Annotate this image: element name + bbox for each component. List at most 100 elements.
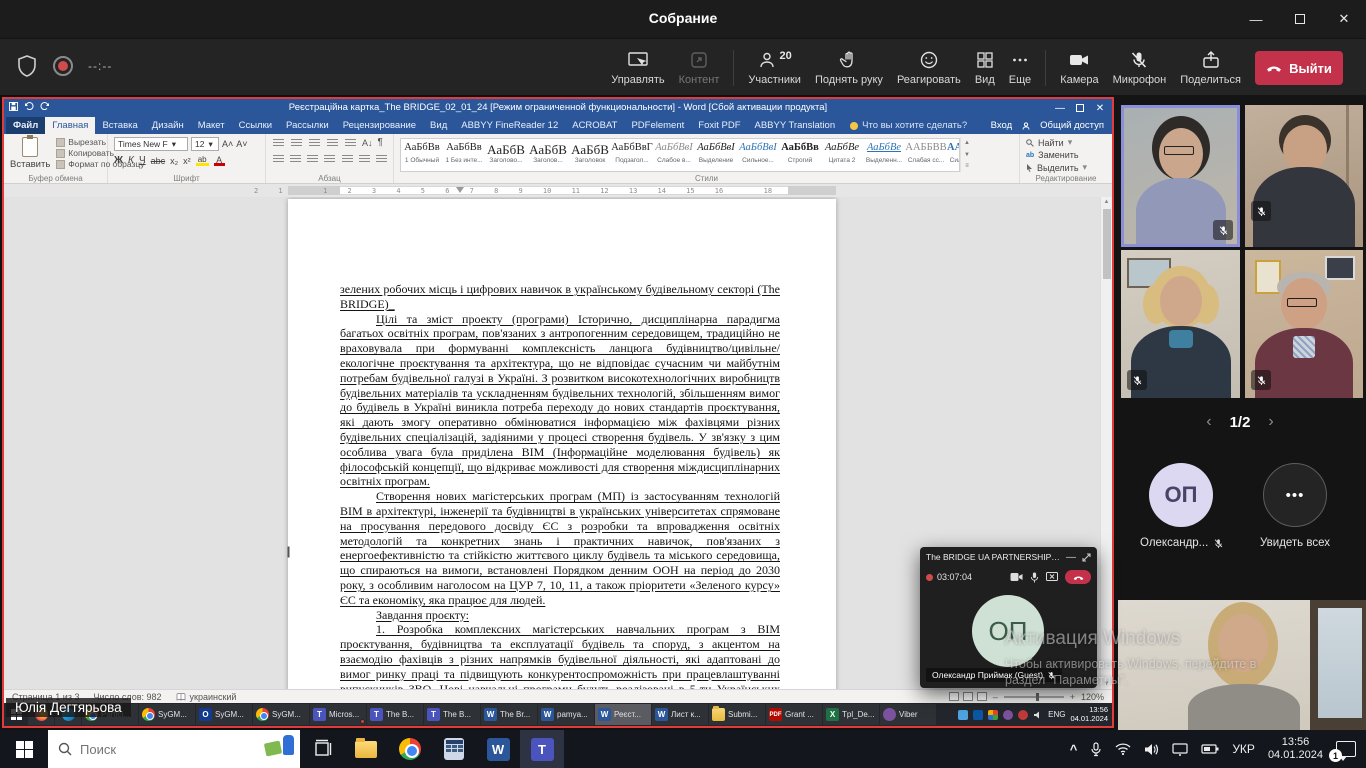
taskbar-folder-window[interactable]: Submi... [709,704,765,725]
taskbar-pdf-window[interactable]: PDFGrant ... [766,704,822,725]
decrease-indent-icon[interactable] [326,137,339,148]
participants-button[interactable]: 20 Участники [748,50,801,86]
underline-icon[interactable]: Ч [139,155,146,166]
next-page-icon[interactable]: › [1268,413,1273,431]
tray-icon[interactable] [988,710,998,720]
styles-scroll[interactable]: ▲▼≡ [960,137,973,172]
share-button[interactable]: Поделиться [1180,50,1241,86]
word-restore-icon[interactable] [1070,99,1090,117]
minimize-icon[interactable]: — [1234,0,1278,38]
grow-font-icon[interactable]: А˄ [222,139,233,149]
tab-pdfelement[interactable]: PDFelement [624,117,691,134]
zoom-slider[interactable] [1004,696,1064,698]
tab-file[interactable]: Файл [6,117,45,134]
strikethrough-icon[interactable]: abc [151,156,166,166]
language-indicator[interactable]: украинский [176,692,237,702]
tray-expand-icon[interactable]: ^ [1070,742,1078,757]
shared-language[interactable]: ENG [1048,710,1065,719]
leave-button[interactable]: Выйти [1255,51,1343,85]
align-right-icon[interactable] [306,153,318,164]
tab-mailings[interactable]: Рассылки [279,117,336,134]
scrollbar-thumb[interactable] [1103,209,1111,279]
ruler[interactable]: 2 1 1 2 3 4 5 6 7 8 9 10 11 12 13 14 15 … [4,184,1112,197]
indent-marker[interactable] [456,187,464,193]
mini-hangup-button[interactable] [1065,570,1091,584]
style-item[interactable]: АаБбВвСтрогий [779,139,821,171]
mini-minimize-icon[interactable]: — [1066,552,1076,563]
justify-icon[interactable] [323,153,335,164]
participant-avatar[interactable]: ОП [1149,463,1213,527]
mini-stop-share-icon[interactable] [1046,572,1058,582]
taskbar-word-window[interactable]: Wpamya... [538,704,594,725]
mini-mic-icon[interactable] [1030,572,1039,583]
tab-foxit-pdf[interactable]: Foxit PDF [691,117,747,134]
increase-indent-icon[interactable] [344,137,357,148]
taskbar-search[interactable] [48,730,300,768]
bullets-icon[interactable] [272,137,285,148]
font-name-select[interactable]: Times New F▾ [114,137,188,151]
borders-icon[interactable] [375,153,387,164]
word-button[interactable]: W [476,730,520,768]
manage-button[interactable]: Управлять [611,50,664,86]
tray-icon[interactable] [1018,710,1028,720]
taskbar-chrome-window[interactable]: SyGM... [253,704,309,725]
mini-camera-icon[interactable] [1010,572,1023,582]
style-item[interactable]: АаБбВеЦитата 2 [821,139,863,171]
tray-icon[interactable] [973,710,983,720]
tab-abbyy-finereader[interactable]: ABBYY FineReader 12 [454,117,565,134]
taskbar-teams-window[interactable]: TMicros... [310,704,366,725]
zoom-in-icon[interactable]: + [1070,692,1075,702]
search-input[interactable] [80,742,220,757]
battery-icon[interactable] [1201,744,1219,754]
style-item[interactable]: АаБбВвІСлабое в... [653,139,695,171]
react-button[interactable]: Реагировать [897,50,961,86]
speaker-icon[interactable] [1144,743,1159,756]
undo-icon[interactable] [24,102,34,111]
line-spacing-icon[interactable] [341,153,353,164]
view-button[interactable]: Вид [975,50,995,86]
chrome-button[interactable] [388,730,432,768]
paste-button[interactable]: Вставить [10,137,50,172]
select-button[interactable]: Выделить▾ [1026,162,1106,173]
document-scrollbar[interactable]: ▲ ▼ [1100,197,1112,689]
shared-clock[interactable]: 13:5604.01.2024 [1070,706,1108,723]
style-item[interactable]: АаБбВЗаголовок [569,139,611,171]
numbering-icon[interactable] [290,137,303,148]
style-item[interactable]: АаБбВвІСильное... [737,139,779,171]
close-icon[interactable]: ✕ [1322,0,1366,38]
clock[interactable]: 13:5604.01.2024 [1268,736,1323,762]
tell-me-box[interactable]: Что вы хотите сделать? [842,117,975,134]
view-mode-icons[interactable] [949,692,987,701]
multilevel-list-icon[interactable] [308,137,321,148]
tab-insert[interactable]: Вставка [95,117,144,134]
mini-meeting-window[interactable]: The BRIDGE UA PARTNERSHIP Mont... — 03:0… [920,547,1097,688]
style-item[interactable]: ААББВВСильная с... [947,139,960,171]
highlight-icon[interactable]: ab [196,155,209,166]
tab-abbyy-translation[interactable]: ABBYY Translation [748,117,843,134]
taskbar-word-window-active[interactable]: WРеєст... [595,704,651,725]
prev-page-icon[interactable]: ‹ [1206,413,1211,431]
word-close-icon[interactable]: ✕ [1090,99,1110,117]
see-all-button[interactable]: ••• [1263,463,1327,527]
notification-icon[interactable]: 1 [1336,741,1356,757]
video-tile[interactable] [1121,105,1240,247]
calculator-button[interactable] [432,730,476,768]
subscript-icon[interactable]: x₂ [170,156,178,166]
style-item[interactable]: АаБбВЗаголов... [527,139,569,171]
camera-button[interactable]: Камера [1060,50,1098,86]
raise-hand-button[interactable]: Поднять руку [815,50,883,86]
share-doc-link[interactable]: Общий доступ [1040,120,1104,131]
sign-in-link[interactable]: Вход [991,120,1013,131]
video-tile[interactable] [1121,250,1240,398]
tray-viber-icon[interactable] [1003,710,1013,720]
mini-expand-icon[interactable] [1082,553,1091,562]
connect-display-icon[interactable] [1172,743,1188,756]
pilcrow-icon[interactable]: ¶ [378,137,383,148]
style-item[interactable]: АаБбВвГПодзагол... [611,139,653,171]
redo-icon[interactable] [40,102,50,111]
sort-icon[interactable]: А↓ [362,138,373,148]
taskbar-word-window[interactable]: WЛист к... [652,704,708,725]
superscript-icon[interactable]: x² [183,156,191,166]
tab-home[interactable]: Главная [45,117,95,134]
taskbar-app-window[interactable]: OSyGM... [196,704,252,725]
